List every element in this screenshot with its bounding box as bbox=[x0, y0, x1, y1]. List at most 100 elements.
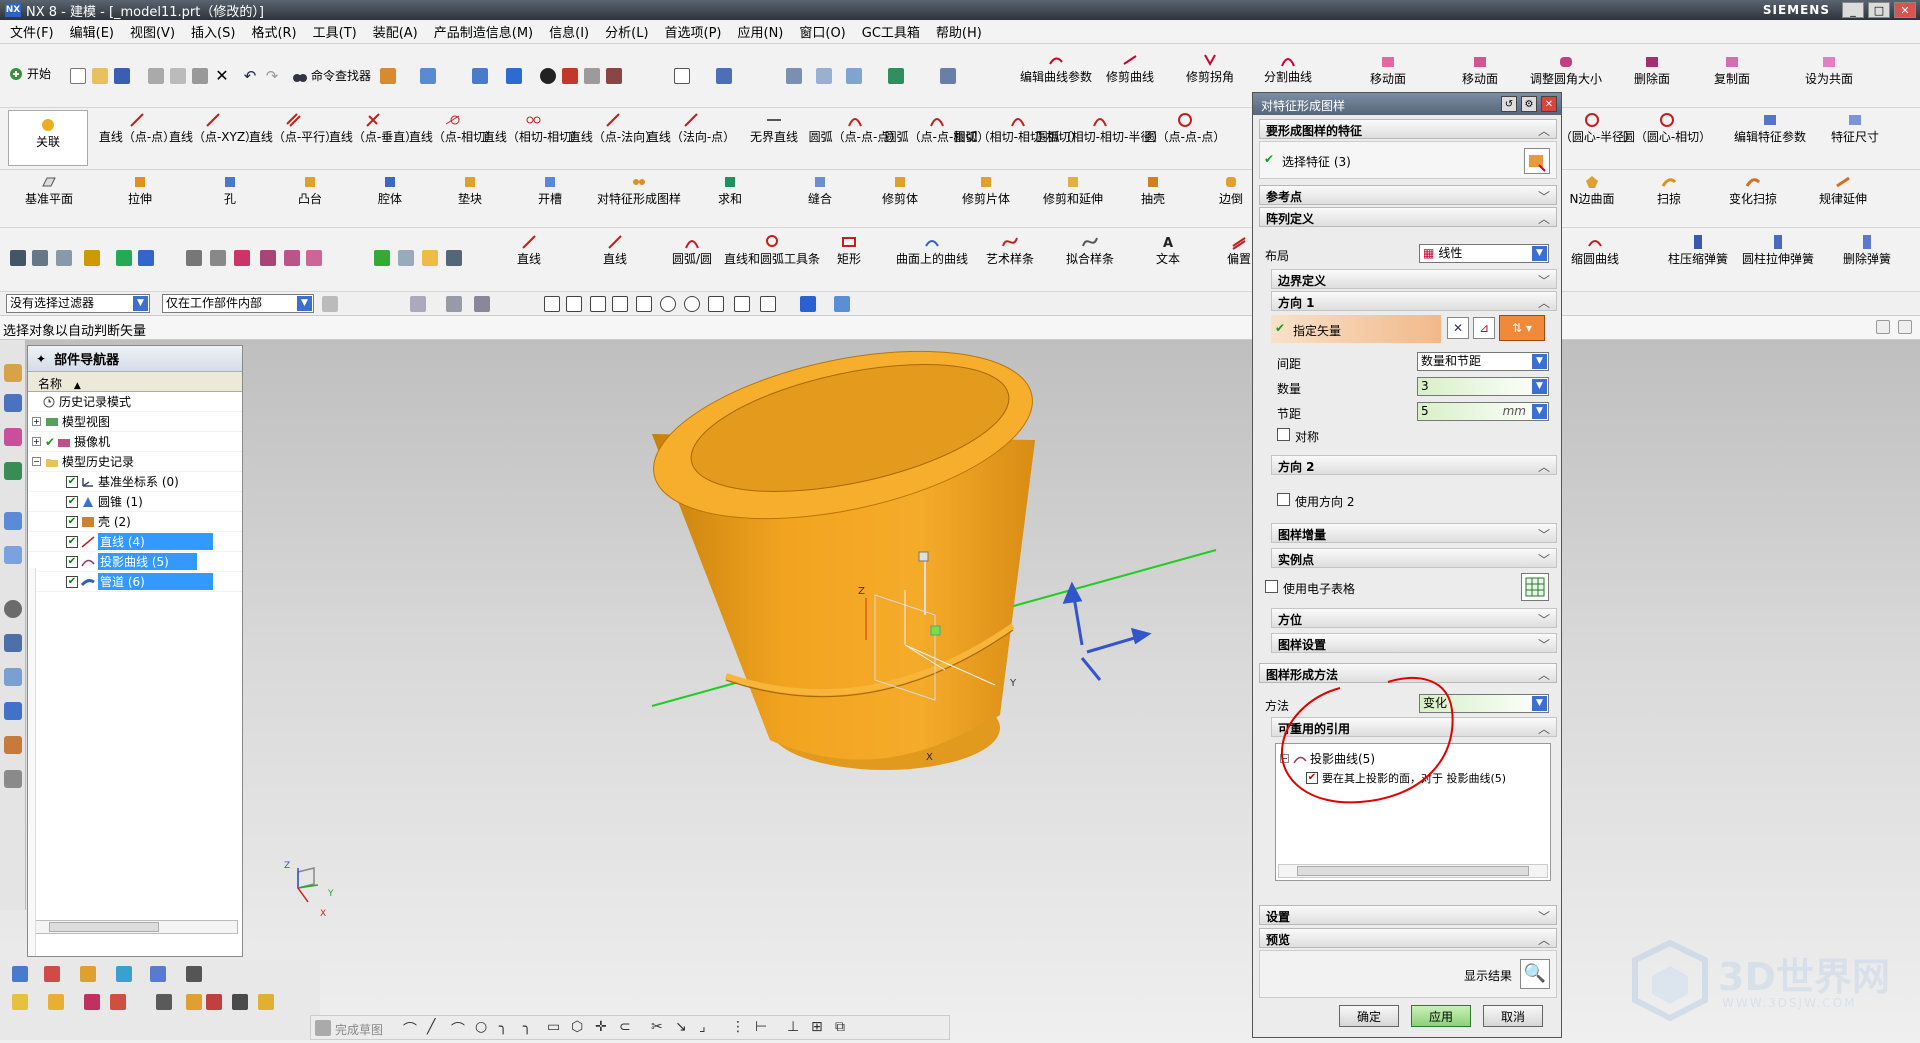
maximize-button[interactable]: □ bbox=[1868, 2, 1890, 18]
sequence-icon[interactable] bbox=[138, 250, 154, 266]
animate-icon[interactable]: ⧉ bbox=[835, 1019, 845, 1035]
menu-insert[interactable]: 插入(S) bbox=[191, 22, 235, 41]
expand-icon[interactable]: + bbox=[32, 417, 41, 426]
menu-pmi[interactable]: 产品制造信息(M) bbox=[434, 22, 533, 41]
use-direction-2-checkbox[interactable] bbox=[1277, 493, 1290, 506]
section-boundary-definition[interactable]: 边界定义 ﹀ bbox=[1271, 269, 1557, 289]
shell-button[interactable]: 抽壳 bbox=[1128, 174, 1178, 206]
type-filter-dropdown[interactable]: 没有选择过滤器 ▼ bbox=[6, 294, 150, 313]
rectangle-tool-icon[interactable]: ▭ bbox=[547, 1019, 560, 1035]
circle-tool-icon[interactable]: ○ bbox=[475, 1019, 487, 1035]
command-finder-button[interactable]: 命令查找器 bbox=[292, 68, 371, 84]
extension-spring-button[interactable]: 圆柱拉伸弹簧 bbox=[1738, 234, 1818, 266]
hd3d-tab-icon[interactable] bbox=[4, 546, 22, 564]
sketch-icon[interactable] bbox=[315, 1020, 331, 1036]
menu-edit[interactable]: 编辑(E) bbox=[70, 22, 114, 41]
copy-icon[interactable] bbox=[170, 68, 186, 84]
render-style-icon[interactable] bbox=[540, 68, 556, 84]
apply-button[interactable]: 应用 bbox=[1411, 1005, 1471, 1027]
visibility-checkbox[interactable]: ✔ bbox=[66, 535, 78, 548]
filter-reset-icon[interactable] bbox=[322, 296, 338, 312]
move-layer-icon[interactable] bbox=[48, 994, 64, 1010]
tree-row-history-mode[interactable]: 历史记录模式 bbox=[28, 392, 242, 412]
navigator-column-header[interactable]: 名称 ▲ bbox=[28, 372, 242, 392]
visibility-checkbox[interactable]: ✔ bbox=[66, 495, 78, 508]
section-array-definition[interactable]: 阵列定义 ︿ bbox=[1259, 207, 1557, 227]
process-studio-tab-icon[interactable] bbox=[4, 668, 22, 686]
compression-spring-button[interactable]: 柱压缩弹簧 bbox=[1660, 234, 1736, 266]
snap-midpoint-icon[interactable] bbox=[566, 296, 582, 312]
expand-icon[interactable]: + bbox=[32, 437, 41, 446]
invert-show-icon[interactable] bbox=[206, 994, 222, 1010]
select-all-icon[interactable] bbox=[474, 296, 490, 312]
select-feature-row[interactable]: ✔ 选择特征 (3) bbox=[1259, 141, 1557, 179]
mass-icon[interactable] bbox=[284, 250, 300, 266]
part-navigator-tab-icon[interactable] bbox=[4, 428, 22, 446]
face-rule-icon[interactable] bbox=[446, 296, 462, 312]
trim-corner-button[interactable]: 修剪拐角 bbox=[1180, 52, 1240, 84]
section-settings[interactable]: 设置 ﹀ bbox=[1259, 905, 1557, 925]
interference-icon[interactable] bbox=[234, 250, 250, 266]
specify-vector-row[interactable]: ✔ 指定矢量 bbox=[1271, 315, 1441, 343]
line-point-normal-button[interactable]: 直线（点-法向） bbox=[569, 112, 657, 144]
fit-spline-button[interactable]: 拟合样条 bbox=[1058, 234, 1122, 266]
layer-settings-icon[interactable] bbox=[12, 994, 28, 1010]
background-icon[interactable] bbox=[674, 68, 690, 84]
tree-row-tube[interactable]: ✔ 管道 (6) bbox=[28, 572, 242, 592]
display-mode-icon[interactable] bbox=[834, 296, 850, 312]
edit-feature-params-button[interactable]: 编辑特征参数 bbox=[1730, 112, 1810, 144]
profile-icon[interactable]: ⌒ bbox=[403, 1019, 417, 1039]
menu-analysis[interactable]: 分析(L) bbox=[605, 22, 648, 41]
drafting-icon[interactable] bbox=[446, 250, 462, 266]
curve-on-surface-button[interactable]: 曲面上的曲线 bbox=[892, 234, 972, 266]
symmetric-checkbox[interactable] bbox=[1277, 428, 1290, 441]
edit-display-icon[interactable] bbox=[110, 994, 126, 1010]
line-point-perpendicular-button[interactable]: 直线（点-垂直） bbox=[329, 112, 417, 144]
annotation-icon[interactable] bbox=[186, 966, 202, 982]
manufacturing-wizard-tab-icon[interactable] bbox=[4, 702, 22, 720]
menu-gc-toolbox[interactable]: GC工具箱 bbox=[862, 22, 920, 41]
line-tangent-tangent-button[interactable]: 直线（相切-相切） bbox=[483, 112, 583, 144]
close-window-button[interactable]: ✕ bbox=[1894, 2, 1916, 18]
cue-restore-icon[interactable] bbox=[1876, 320, 1890, 334]
snap-point-icon[interactable] bbox=[12, 966, 28, 982]
csys-icon[interactable] bbox=[150, 966, 166, 982]
move-face-2-button[interactable]: 移动面 bbox=[1450, 54, 1510, 86]
navigator-hscrollbar[interactable] bbox=[34, 920, 238, 934]
snap-bounded-grid-icon[interactable] bbox=[760, 296, 776, 312]
sync-icon[interactable] bbox=[888, 68, 904, 84]
section-orientation[interactable]: 方位 ﹀ bbox=[1271, 608, 1557, 628]
menu-view[interactable]: 视图(V) bbox=[130, 22, 175, 41]
sketch-line-button[interactable]: 直线 bbox=[504, 234, 554, 266]
analysis-icon[interactable] bbox=[786, 68, 802, 84]
delete-icon[interactable]: ✕ bbox=[214, 68, 230, 84]
edit-curve-params-button[interactable]: 编辑曲线参数 bbox=[1010, 52, 1102, 84]
tree-row-camera[interactable]: + ✔ 摄像机 bbox=[28, 432, 242, 452]
section-icon[interactable] bbox=[606, 68, 622, 84]
spreadsheet-icon[interactable] bbox=[1521, 573, 1549, 601]
history-tab-icon[interactable] bbox=[4, 600, 22, 618]
arc-ppp-button[interactable]: 圆弧（点-点-点） bbox=[809, 112, 901, 144]
vector-icon[interactable] bbox=[80, 966, 96, 982]
section-direction-2[interactable]: 方向 2 ︿ bbox=[1271, 455, 1557, 475]
reuse-library-tab-icon[interactable] bbox=[4, 462, 22, 480]
edge-blend-button[interactable]: 边倒 bbox=[1216, 174, 1246, 206]
delete-face-button[interactable]: 删除面 bbox=[1622, 54, 1682, 86]
internet-explorer-tab-icon[interactable] bbox=[4, 512, 22, 530]
settings-gear-icon[interactable]: ⚙ bbox=[1521, 96, 1537, 112]
copy-face-button[interactable]: 复制面 bbox=[1702, 54, 1762, 86]
pad-button[interactable]: 垫块 bbox=[440, 174, 500, 206]
pattern-feature-button[interactable]: 对特征形成图样 bbox=[596, 174, 682, 206]
arc-ttr-button[interactable]: 圆弧（相切-相切-半径） bbox=[1036, 112, 1164, 144]
sew-button[interactable]: 缝合 bbox=[790, 174, 850, 206]
cancel-button[interactable]: 取消 bbox=[1483, 1005, 1543, 1027]
trim-tool-icon[interactable]: ✂ bbox=[651, 1019, 663, 1035]
color-icon[interactable] bbox=[562, 68, 578, 84]
tree-row-line[interactable]: ✔ 直线 (4) bbox=[28, 532, 242, 552]
menu-assembly[interactable]: 装配(A) bbox=[373, 22, 418, 41]
resize-blend-button[interactable]: 调整圆角大小 bbox=[1526, 54, 1606, 86]
section-feature-to-pattern[interactable]: 要形成图样的特征 ︿ bbox=[1259, 119, 1557, 139]
undo-icon[interactable]: ↶ bbox=[242, 68, 258, 84]
menu-application[interactable]: 应用(N) bbox=[738, 22, 784, 41]
constraint-icon[interactable] bbox=[56, 250, 72, 266]
